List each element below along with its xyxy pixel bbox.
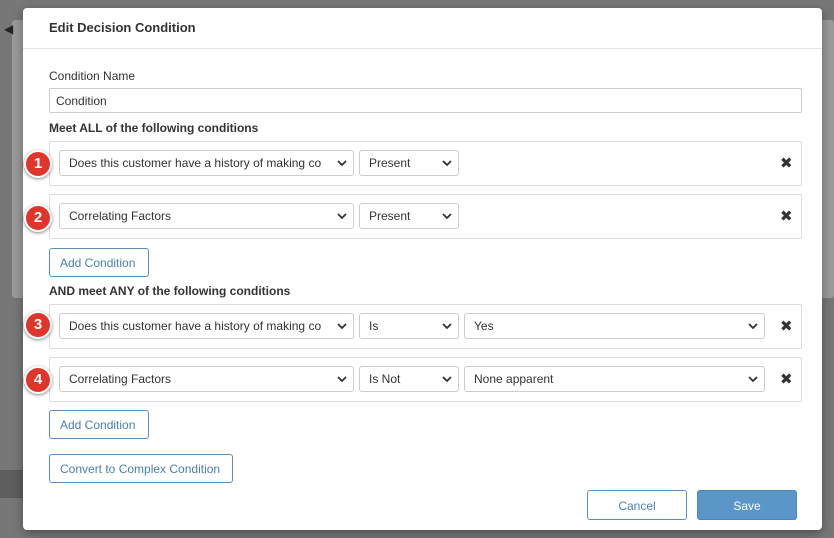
field-select[interactable]: Correlating Factors [59, 366, 354, 392]
close-icon[interactable]: ✖ [780, 372, 793, 387]
operator-select[interactable]: Is Not [359, 366, 459, 392]
operator-select-value: Is [369, 319, 379, 333]
field-select-value: Does this customer have a history of mak… [69, 319, 322, 333]
value-select[interactable]: Yes [464, 313, 765, 339]
step-badge: 4 [24, 366, 52, 394]
step-badge: 3 [24, 311, 52, 339]
value-select[interactable]: None apparent [464, 366, 765, 392]
close-icon[interactable]: ✖ [780, 156, 793, 171]
field-select-value: Correlating Factors [69, 209, 172, 223]
all-conditions-title: Meet ALL of the following conditions [49, 121, 259, 135]
value-select-value: Yes [474, 319, 494, 333]
operator-select[interactable]: Present [359, 150, 459, 176]
step-badge: 1 [24, 150, 52, 178]
condition-row: Correlating Factors Is Not None apparent… [49, 357, 802, 402]
operator-select-value: Is Not [369, 372, 401, 386]
condition-row: Correlating Factors Present ✖ [49, 194, 802, 239]
modal-header: Edit Decision Condition [23, 8, 822, 49]
add-condition-button[interactable]: Add Condition [49, 410, 149, 439]
condition-name-label: Condition Name [49, 69, 136, 83]
operator-select[interactable]: Present [359, 203, 459, 229]
back-arrow-icon: ◀ [4, 22, 14, 36]
field-select[interactable]: Does this customer have a history of mak… [59, 150, 354, 176]
chevron-down-icon [442, 323, 452, 330]
condition-row: Does this customer have a history of mak… [49, 304, 802, 349]
any-conditions-title: AND meet ANY of the following conditions [49, 284, 291, 298]
cancel-button[interactable]: Cancel [587, 490, 687, 520]
chevron-down-icon [748, 376, 758, 383]
save-button[interactable]: Save [697, 490, 797, 520]
edit-decision-condition-modal: Edit Decision Condition Condition Name C… [23, 8, 822, 530]
condition-row: Does this customer have a history of mak… [49, 141, 802, 186]
convert-complex-condition-button[interactable]: Convert to Complex Condition [49, 454, 233, 483]
operator-select[interactable]: Is [359, 313, 459, 339]
condition-name-input[interactable]: Condition [49, 88, 802, 113]
field-select-value: Correlating Factors [69, 372, 172, 386]
field-select[interactable]: Does this customer have a history of mak… [59, 313, 354, 339]
chevron-down-icon [337, 160, 347, 167]
operator-select-value: Present [369, 156, 411, 170]
operator-select-value: Present [369, 209, 411, 223]
chevron-down-icon [748, 323, 758, 330]
chevron-down-icon [337, 376, 347, 383]
step-badge: 2 [24, 204, 52, 232]
modal-title: Edit Decision Condition [49, 20, 196, 35]
background-block [0, 470, 24, 498]
field-select[interactable]: Correlating Factors [59, 203, 354, 229]
chevron-down-icon [442, 376, 452, 383]
close-icon[interactable]: ✖ [780, 319, 793, 334]
chevron-down-icon [442, 213, 452, 220]
close-icon[interactable]: ✖ [780, 209, 793, 224]
add-condition-button[interactable]: Add Condition [49, 248, 149, 277]
chevron-down-icon [337, 323, 347, 330]
chevron-down-icon [337, 213, 347, 220]
field-select-value: Does this customer have a history of mak… [69, 156, 322, 170]
chevron-down-icon [442, 160, 452, 167]
value-select-value: None apparent [474, 372, 554, 386]
